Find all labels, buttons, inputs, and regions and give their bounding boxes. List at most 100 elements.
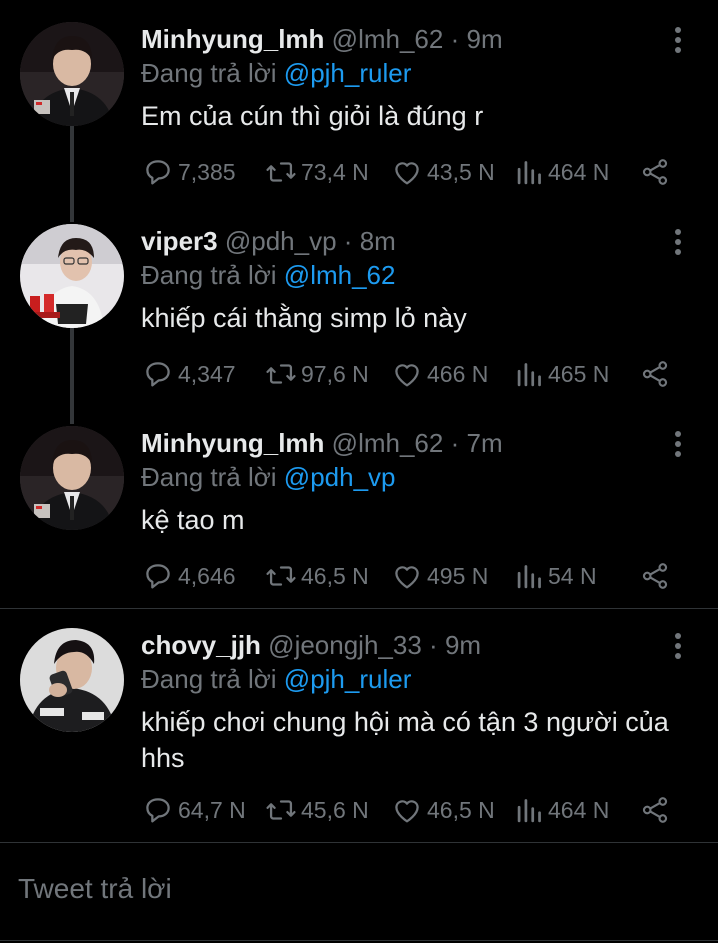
like-count: 46,5 N bbox=[427, 796, 495, 823]
tweet-text: kệ tao m bbox=[141, 505, 245, 535]
more-icon[interactable] bbox=[668, 226, 688, 260]
more-icon[interactable] bbox=[668, 428, 688, 462]
retweet-button[interactable]: 46,5 N bbox=[264, 556, 369, 596]
author-name[interactable]: viper3 bbox=[141, 226, 218, 256]
retweet-button[interactable]: 73,4 N bbox=[264, 152, 369, 192]
reply-button[interactable]: 7,385 bbox=[141, 152, 236, 192]
tweet-actions: 4,646 46,5 N 495 N 54 N bbox=[0, 556, 718, 596]
mention-link[interactable]: @pjh_ruler bbox=[284, 58, 412, 88]
view-count: 465 N bbox=[548, 360, 610, 387]
mention-link[interactable]: @pdh_vp bbox=[284, 462, 396, 492]
separator: · bbox=[343, 226, 353, 256]
replying-to: Đang trả lời @lmh_62 bbox=[141, 258, 395, 292]
views-button[interactable]: 464 N bbox=[515, 152, 609, 192]
separator: · bbox=[450, 24, 460, 54]
timestamp[interactable]: 9m bbox=[445, 630, 481, 660]
replying-to-label: Đang trả lời bbox=[141, 664, 277, 694]
avatar[interactable] bbox=[20, 628, 124, 732]
author-name[interactable]: Minhyung_lmh bbox=[141, 428, 324, 458]
share-icon bbox=[642, 797, 668, 823]
tweet[interactable]: viper3 @pdh_vp · 8m Đang trả lời @lmh_62… bbox=[0, 224, 718, 404]
like-button[interactable]: 466 N bbox=[390, 354, 488, 394]
tweet-text: Em của cún thì giỏi là đúng r bbox=[141, 101, 484, 131]
view-count: 54 N bbox=[548, 562, 597, 589]
avatar[interactable] bbox=[20, 426, 124, 530]
views-icon bbox=[517, 799, 541, 823]
retweet-count: 73,4 N bbox=[301, 158, 369, 185]
divider bbox=[0, 940, 718, 941]
tweet[interactable]: chovy_jjh @jeongjh_33 · 9m Đang trả lời … bbox=[0, 628, 718, 842]
author-name[interactable]: Minhyung_lmh bbox=[141, 24, 324, 54]
share-icon bbox=[642, 159, 668, 185]
tweet-actions: 64,7 N 45,6 N 46,5 N 464 N bbox=[0, 790, 718, 830]
reply-count: 7,385 bbox=[178, 158, 236, 185]
reply-composer-input[interactable]: Tweet trả lời bbox=[18, 873, 172, 905]
retweet-icon bbox=[266, 566, 296, 586]
reply-button[interactable]: 64,7 N bbox=[141, 790, 246, 830]
mention-link[interactable]: @pjh_ruler bbox=[284, 664, 412, 694]
author-name[interactable]: chovy_jjh bbox=[141, 630, 261, 660]
like-icon bbox=[395, 566, 419, 589]
share-icon bbox=[642, 563, 668, 589]
views-button[interactable]: 54 N bbox=[515, 556, 597, 596]
like-icon bbox=[395, 364, 419, 387]
views-icon bbox=[517, 363, 541, 387]
reply-icon bbox=[146, 564, 170, 589]
share-button[interactable] bbox=[638, 354, 672, 394]
retweet-button[interactable]: 97,6 N bbox=[264, 354, 369, 394]
reply-count: 4,347 bbox=[178, 360, 236, 387]
tweet[interactable]: Minhyung_lmh @lmh_62 · 7m Đang trả lời @… bbox=[0, 426, 718, 606]
more-icon[interactable] bbox=[668, 24, 688, 58]
like-count: 466 N bbox=[427, 360, 489, 387]
views-button[interactable]: 464 N bbox=[515, 790, 609, 830]
like-icon bbox=[395, 800, 419, 823]
like-button[interactable]: 43,5 N bbox=[390, 152, 495, 192]
tweet-header: Minhyung_lmh @lmh_62 · 9m bbox=[141, 22, 503, 56]
timestamp[interactable]: 8m bbox=[360, 226, 396, 256]
replying-to-label: Đang trả lời bbox=[141, 58, 277, 88]
avatar[interactable] bbox=[20, 22, 124, 126]
view-count: 464 N bbox=[548, 796, 610, 823]
reply-button[interactable]: 4,347 bbox=[141, 354, 236, 394]
more-icon[interactable] bbox=[668, 630, 688, 664]
avatar[interactable] bbox=[20, 224, 124, 328]
views-button[interactable]: 465 N bbox=[515, 354, 609, 394]
retweet-button[interactable]: 45,6 N bbox=[264, 790, 369, 830]
like-icon bbox=[395, 162, 419, 185]
retweet-icon bbox=[266, 364, 296, 384]
replying-to-label: Đang trả lời bbox=[141, 260, 277, 290]
like-button[interactable]: 495 N bbox=[390, 556, 488, 596]
retweet-icon bbox=[266, 800, 296, 820]
share-button[interactable] bbox=[638, 790, 672, 830]
tweet-actions: 7,385 73,4 N 43,5 N 464 N bbox=[0, 152, 718, 192]
author-handle[interactable]: @pdh_vp bbox=[225, 226, 337, 256]
like-count: 43,5 N bbox=[427, 158, 495, 185]
mention-link[interactable]: @lmh_62 bbox=[284, 260, 396, 290]
replying-to: Đang trả lời @pdh_vp bbox=[141, 460, 396, 494]
author-handle[interactable]: @jeongjh_33 bbox=[268, 630, 422, 660]
author-handle[interactable]: @lmh_62 bbox=[332, 24, 444, 54]
share-icon bbox=[642, 361, 668, 387]
share-button[interactable] bbox=[638, 556, 672, 596]
like-count: 495 N bbox=[427, 562, 489, 589]
views-icon bbox=[517, 565, 541, 589]
timestamp[interactable]: 7m bbox=[466, 428, 502, 458]
separator: · bbox=[429, 630, 438, 660]
replying-to-label: Đang trả lời bbox=[141, 462, 277, 492]
replying-to: Đang trả lời @pjh_ruler bbox=[141, 56, 411, 90]
retweet-count: 46,5 N bbox=[301, 562, 369, 589]
like-button[interactable]: 46,5 N bbox=[390, 790, 495, 830]
reply-count: 64,7 N bbox=[178, 796, 246, 823]
reply-button[interactable]: 4,646 bbox=[141, 556, 236, 596]
retweet-count: 97,6 N bbox=[301, 360, 369, 387]
tweet[interactable]: Minhyung_lmh @lmh_62 · 9m Đang trả lời @… bbox=[0, 22, 718, 202]
timestamp[interactable]: 9m bbox=[466, 24, 502, 54]
author-handle[interactable]: @lmh_62 bbox=[332, 428, 444, 458]
tweet-actions: 4,347 97,6 N 466 N 465 N bbox=[0, 354, 718, 394]
reply-icon bbox=[146, 798, 170, 823]
tweet-header: viper3 @pdh_vp · 8m bbox=[141, 224, 396, 258]
separator: · bbox=[450, 428, 460, 458]
tweet-text: khiếp chơi chung hội mà có tận 3 người c… bbox=[141, 707, 669, 773]
reply-icon bbox=[146, 362, 170, 387]
share-button[interactable] bbox=[638, 152, 672, 192]
